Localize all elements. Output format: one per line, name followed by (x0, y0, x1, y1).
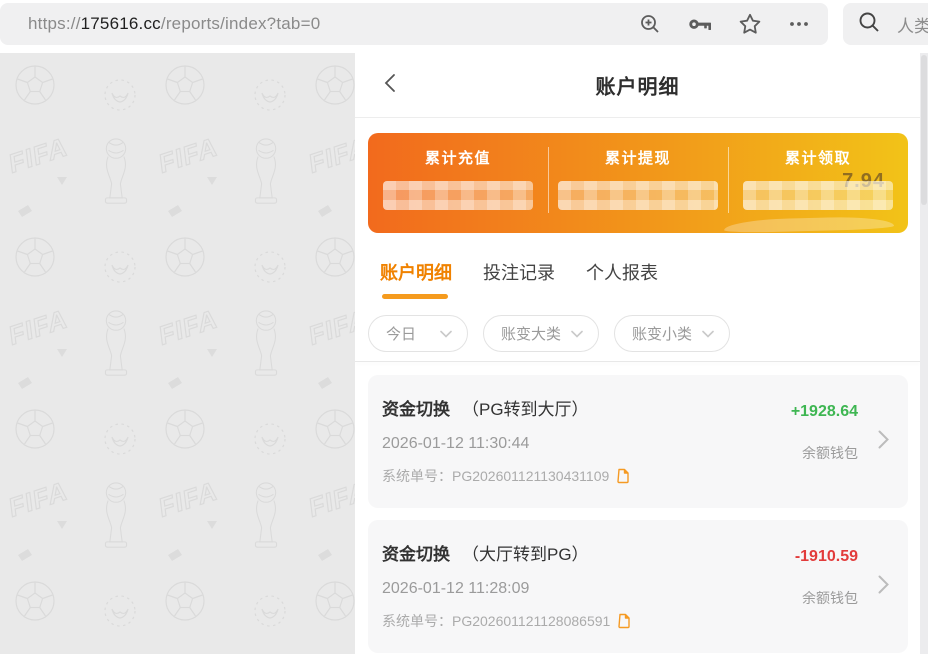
txn-direction: （大厅转到PG） (462, 540, 589, 565)
background-pattern: FIFA (0, 53, 355, 654)
chevron-down-icon (571, 325, 583, 342)
search-text[interactable]: 人类 (897, 12, 928, 37)
mosaic-blur (558, 181, 718, 210)
tab-bet-records[interactable]: 投注记录 (483, 259, 555, 299)
key-icon[interactable] (687, 12, 713, 36)
summary-value-masked (558, 181, 718, 210)
chevron-down-icon (702, 325, 714, 342)
url-bar[interactable]: https://175616.cc/reports/index?tab=0 (0, 3, 828, 45)
tab-personal-report[interactable]: 个人报表 (586, 259, 658, 299)
tab-label: 账户明细 (380, 259, 452, 285)
txn-amount: -1910.59 (795, 548, 858, 566)
mosaic-smudge (724, 216, 894, 233)
filter-date[interactable]: 今日 (368, 315, 468, 352)
chevron-down-icon (440, 325, 452, 342)
summary-label: 累计领取 (728, 147, 908, 168)
summary-value-masked: 7.94 (743, 181, 893, 210)
summary-col-claim: 累计领取 7.94 (728, 133, 908, 233)
url-text[interactable]: https://175616.cc/reports/index?tab=0 (28, 14, 638, 34)
url-path: /reports/index?tab=0 (161, 14, 320, 33)
filter-label: 账变大类 (501, 323, 561, 344)
copy-icon[interactable] (617, 613, 631, 629)
filter-major-category[interactable]: 账变大类 (483, 315, 599, 352)
account-detail-panel: 账户明细 累计充值 累计提现 (355, 53, 920, 654)
chevron-right-icon[interactable] (878, 574, 889, 599)
summary-value-masked (383, 181, 533, 210)
panel-header: 账户明细 (355, 53, 920, 118)
mosaic-blur (743, 181, 893, 210)
summary-label: 累计充值 (368, 147, 548, 168)
zoom-in-icon[interactable] (638, 12, 662, 36)
txn-direction: （PG转到大厅） (462, 395, 589, 420)
summary-label: 累计提现 (548, 147, 728, 168)
scrollbar-thumb[interactable] (921, 55, 927, 205)
summary-card: 累计充值 累计提现 累计领取 7.94 (368, 133, 908, 233)
txn-order-number: PG202601121130431109 (452, 468, 609, 484)
tab-account-detail[interactable]: 账户明细 (380, 259, 452, 299)
txn-wallet: 余额钱包 (791, 443, 858, 463)
bookmark-star-icon[interactable] (738, 12, 762, 36)
filter-label: 账变小类 (632, 323, 692, 344)
page-title: 账户明细 (355, 71, 920, 100)
txn-type: 资金切换 (382, 540, 450, 565)
tab-label: 个人报表 (586, 259, 658, 285)
copy-icon[interactable] (616, 468, 630, 484)
browser-search-box[interactable]: 人类 (843, 3, 928, 45)
browser-toolbar: https://175616.cc/reports/index?tab=0 (0, 0, 928, 47)
tab-bar: 账户明细 投注记录 个人报表 (380, 259, 920, 299)
summary-col-deposit: 累计充值 (368, 133, 548, 233)
search-icon (857, 10, 881, 39)
transaction-row[interactable]: 资金切换 （大厅转到PG） 2026-01-12 11:28:09 系统单号： … (368, 520, 908, 653)
summary-col-withdraw: 累计提现 (548, 133, 728, 233)
txn-type: 资金切换 (382, 395, 450, 420)
url-domain: 175616.cc (81, 14, 161, 33)
url-prefix: https:// (28, 14, 81, 33)
mosaic-blur (383, 181, 533, 210)
txn-order-label: 系统单号： (382, 611, 452, 631)
txn-amount: +1928.64 (791, 403, 858, 421)
txn-wallet: 余额钱包 (795, 588, 858, 608)
chevron-right-icon[interactable] (878, 429, 889, 454)
ellipsis-icon[interactable] (787, 12, 811, 36)
transaction-row[interactable]: 资金切换 （PG转到大厅） 2026-01-12 11:30:44 系统单号： … (368, 375, 908, 508)
txn-order-number: PG202601121128086591 (452, 613, 610, 629)
scrollbar[interactable] (920, 53, 928, 654)
page-content: FIFA (0, 53, 928, 654)
active-tab-underline (382, 294, 448, 299)
filter-bar: 今日 账变大类 账变小类 (368, 315, 920, 352)
screen: https://175616.cc/reports/index?tab=0 (0, 0, 928, 654)
transaction-list: 资金切换 （PG转到大厅） 2026-01-12 11:30:44 系统单号： … (355, 362, 920, 653)
txn-order-label: 系统单号： (382, 466, 452, 486)
filter-minor-category[interactable]: 账变小类 (614, 315, 730, 352)
tab-label: 投注记录 (483, 259, 555, 285)
filter-label: 今日 (386, 323, 416, 344)
